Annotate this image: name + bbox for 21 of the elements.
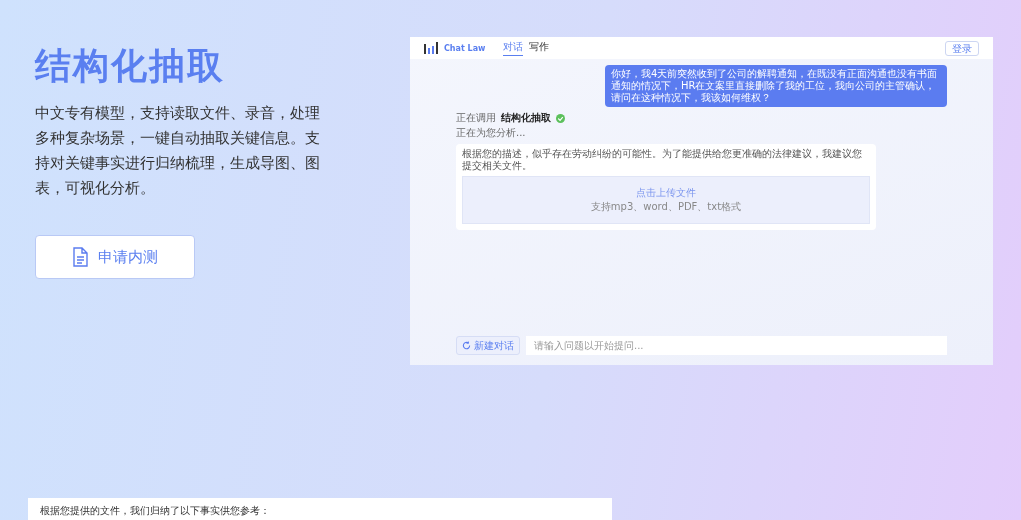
nav-tab[interactable]: 对话	[503, 40, 524, 56]
tool-name: 结构化抽取	[501, 111, 551, 125]
refresh-icon	[462, 341, 471, 350]
upload-dropzone[interactable]: 点击上传文件 支持mp3、word、PDF、txt格式	[462, 176, 870, 224]
nav-tab[interactable]: 写作	[529, 40, 550, 56]
summary-intro-text: 根据您提供的文件，我们归纳了以下事实供您参考：	[40, 505, 270, 516]
new-chat-button[interactable]: 新建对话	[456, 336, 520, 355]
upload-link[interactable]: 点击上传文件	[636, 186, 696, 200]
document-icon	[72, 247, 88, 267]
brand-name: Chat Law	[444, 43, 486, 53]
upload-formats: 支持mp3、word、PDF、txt格式	[590, 200, 742, 214]
user-message-bubble: 你好，我4天前突然收到了公司的解聘通知，在既没有正面沟通也没有书面通知的情况下，HR在文案里直接删除了我的工位，我向公司的主管确认，请问在这种情况下，我该如何维权？	[605, 65, 947, 107]
feature-description: 中文专有模型，支持读取文件、录音，处理多种复杂场景，一键自动抽取关键信息。支持对关键事实进行归纳梳理，生成导图、图表，可视化分析。	[35, 104, 321, 198]
page-title: 结构化抽取	[35, 44, 226, 88]
tool-status-label: 正在调用	[456, 111, 496, 125]
bar-chart-logo-icon	[424, 42, 438, 54]
apply-beta-button[interactable]: 申请内测	[35, 235, 195, 279]
analyzing-text: 正在为您分析...	[456, 126, 526, 140]
login-button[interactable]: 登录	[945, 40, 979, 56]
reply-text: 根据您的描述，似乎存在劳动纠纷的可能性。为了能提供给您更准确的法律建议，我建议您提交相关文件。	[462, 148, 863, 172]
question-input-field[interactable]: 请输入问题以开始提问...	[526, 336, 947, 355]
